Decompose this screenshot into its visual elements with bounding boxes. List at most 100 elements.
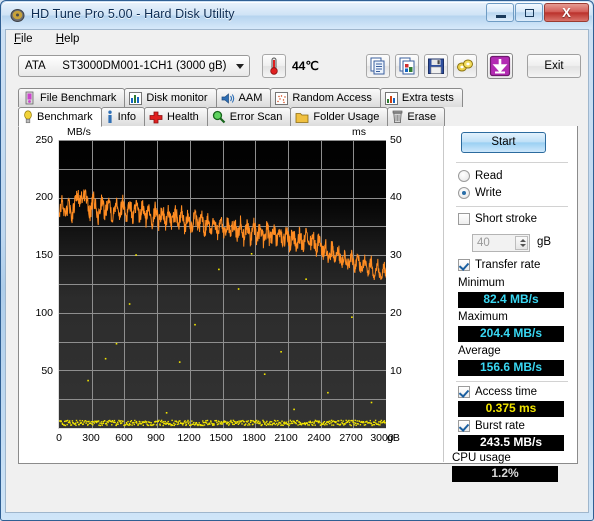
checkbox-short-stroke[interactable]: Short stroke	[458, 213, 537, 225]
benchmark-chart: MB/s ms 250 200 150 100 50 50 40 30 20 1…	[19, 126, 444, 462]
client-area: File Help ATA ST3000DM001-1CH1 (3000 gB)	[5, 29, 589, 513]
short-stroke-stepper[interactable]	[515, 236, 528, 250]
settings-button[interactable]	[453, 54, 477, 78]
tab-info[interactable]: Info	[100, 107, 145, 126]
tab-file-benchmark[interactable]: File Benchmark	[18, 88, 126, 107]
drive-model: ST3000DM001-1CH1 (3000 gB)	[62, 60, 227, 72]
tab-health-label: Health	[167, 110, 199, 123]
minimize-icon	[496, 15, 506, 18]
tab-disk-monitor[interactable]: Disk monitor	[124, 88, 217, 107]
download-button[interactable]	[487, 53, 513, 79]
x-axis-unit: gB	[387, 432, 400, 444]
short-stroke-value: 40	[477, 237, 490, 249]
hdtune-app-icon	[10, 8, 25, 23]
cpu-usage-value: 1.2%	[452, 466, 558, 482]
radio-read-label: Read	[475, 170, 503, 182]
tab-error-scan-label: Error Scan	[229, 110, 283, 123]
radio-read[interactable]: Read	[458, 170, 503, 182]
access-time-value: 0.375 ms	[458, 401, 564, 417]
window-title: HD Tune Pro 5.00 - Hard Disk Utility	[31, 7, 235, 21]
exit-button[interactable]: Exit	[527, 54, 581, 78]
menu-help[interactable]: Help	[56, 33, 80, 45]
benchmark-panel: MB/s ms 250 200 150 100 50 50 40 30 20 1…	[18, 126, 578, 464]
tab-extra-tests[interactable]: Extra tests	[379, 88, 463, 107]
burst-rate-checkbox[interactable]	[458, 420, 470, 432]
drive-prefix: ATA	[25, 60, 46, 72]
access-time-points	[59, 253, 386, 427]
save-button[interactable]	[424, 54, 448, 78]
minimum-value: 82.4 MB/s	[458, 292, 564, 308]
checkbox-burst-rate[interactable]: Burst rate	[458, 420, 525, 432]
maximize-button[interactable]	[515, 3, 543, 22]
menu-file-label: ile	[21, 33, 33, 45]
minimize-button[interactable]	[486, 3, 514, 22]
transfer-rate-checkbox[interactable]	[458, 259, 470, 271]
burst-rate-label: Burst rate	[475, 420, 525, 432]
maximum-label: Maximum	[458, 311, 508, 323]
tab-benchmark-label: Benchmark	[37, 111, 93, 123]
radio-write[interactable]: Write	[458, 187, 502, 199]
copy-image-button[interactable]	[395, 54, 419, 78]
chart-plot-area[interactable]	[58, 140, 386, 429]
y-axis-unit-left: MB/s	[67, 126, 91, 138]
drive-select[interactable]: ATA ST3000DM001-1CH1 (3000 gB)	[18, 55, 250, 77]
copy-image-icon	[396, 57, 418, 81]
burst-rate-value: 243.5 MB/s	[458, 435, 564, 451]
tab-erase-label: Erase	[407, 110, 437, 123]
close-button[interactable]: X	[544, 3, 589, 22]
tab-row-top: File Benchmark Disk monitor AAM Random A…	[18, 88, 463, 107]
y2-tick-10: 10	[390, 365, 402, 377]
erase-trash-icon	[393, 110, 403, 123]
tab-erase[interactable]: Erase	[387, 107, 446, 126]
radio-write-circle[interactable]	[458, 187, 470, 199]
health-cross-icon	[149, 111, 163, 123]
chart-svg	[59, 140, 386, 428]
short-stroke-input[interactable]: 40	[472, 234, 530, 252]
download-icon	[488, 55, 512, 82]
toolbar: ATA ST3000DM001-1CH1 (3000 gB) 44℃ Exit	[6, 53, 588, 87]
short-stroke-checkbox[interactable]	[458, 213, 470, 225]
extra-tests-icon	[384, 91, 398, 105]
tab-row-bottom: Benchmark Info Health Error Scan Folder …	[18, 107, 446, 127]
transfer-rate-label: Transfer rate	[475, 259, 541, 271]
start-button[interactable]: Start	[461, 132, 546, 153]
radio-write-label: Write	[475, 187, 502, 199]
divider-1	[456, 162, 568, 163]
menu-file[interactable]: File	[14, 33, 33, 45]
short-stroke-label: Short stroke	[475, 213, 537, 225]
window-controls: X	[486, 3, 589, 22]
folder-usage-icon	[295, 112, 309, 123]
radio-read-circle[interactable]	[458, 170, 470, 182]
access-time-checkbox[interactable]	[458, 386, 470, 398]
checkbox-transfer-rate[interactable]: Transfer rate	[458, 259, 540, 271]
thermometer-icon	[263, 57, 285, 81]
tab-extra-tests-label: Extra tests	[401, 91, 454, 104]
tab-file-benchmark-label: File Benchmark	[40, 91, 117, 104]
menu-help-label: elp	[64, 33, 80, 45]
average-value: 156.6 MB/s	[458, 360, 564, 376]
y2-tick-50: 50	[390, 134, 402, 146]
tab-aam[interactable]: AAM	[215, 88, 272, 107]
temperature-button[interactable]	[262, 54, 286, 78]
tab-benchmark[interactable]: Benchmark	[18, 107, 102, 127]
tab-health[interactable]: Health	[144, 107, 208, 126]
divider-2	[456, 206, 568, 207]
save-icon	[425, 58, 447, 81]
copy-button[interactable]	[366, 54, 390, 78]
close-icon: X	[562, 5, 571, 20]
maximum-value: 204.4 MB/s	[458, 326, 564, 342]
y-axis-unit-right: ms	[352, 126, 366, 138]
random-access-icon	[275, 91, 289, 105]
copy-icon	[367, 57, 389, 81]
tab-folder-usage[interactable]: Folder Usage	[290, 107, 389, 126]
checkbox-access-time[interactable]: Access time	[458, 386, 537, 398]
y2-tick-30: 30	[390, 249, 402, 261]
tab-random-access[interactable]: Random Access	[270, 88, 381, 107]
tab-disk-monitor-label: Disk monitor	[146, 91, 208, 104]
y-tick-200: 200	[35, 191, 53, 203]
transfer-rate-curve	[59, 189, 386, 280]
divider-3	[456, 381, 568, 382]
tab-error-scan[interactable]: Error Scan	[206, 107, 292, 126]
y2-tick-40: 40	[390, 191, 402, 203]
tab-folder-usage-label: Folder Usage	[313, 110, 380, 123]
